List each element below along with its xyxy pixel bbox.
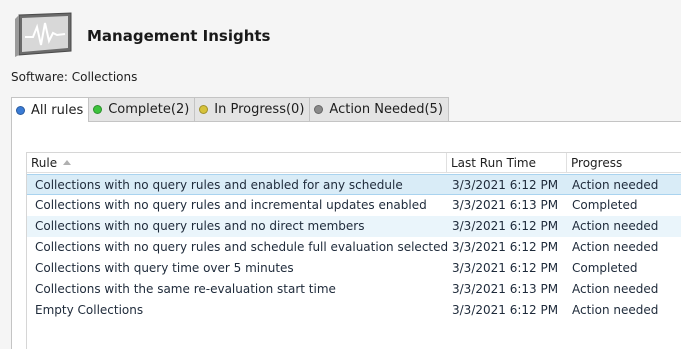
table-row[interactable]: Collections with the same re-evaluation … <box>27 279 681 300</box>
table-row[interactable]: Empty Collections 3/3/2021 6:12 PM Actio… <box>27 300 681 321</box>
tab-label: Action Needed(5) <box>329 102 443 117</box>
progress-cell: Action needed <box>572 303 659 317</box>
column-header-last-run[interactable]: Last Run Time <box>447 153 567 173</box>
tab-action-needed[interactable]: Action Needed(5) <box>309 97 449 121</box>
rule-cell: Collections with no query rules and sche… <box>35 240 449 254</box>
progress-cell: Action needed <box>572 282 659 296</box>
last-run-cell: 3/3/2021 6:12 PM <box>452 219 559 233</box>
green-dot-icon <box>93 105 103 114</box>
table-row[interactable]: Collections with query time over 5 minut… <box>27 258 681 279</box>
last-run-cell: 3/3/2021 6:12 PM <box>452 303 559 317</box>
rule-cell: Collections with query time over 5 minut… <box>35 261 294 275</box>
tab-complete[interactable]: Complete(2) <box>88 97 196 121</box>
rules-table: Rule Last Run Time Progress Collections … <box>26 152 681 349</box>
header-bar: Management Insights <box>0 0 681 68</box>
rule-cell: Empty Collections <box>35 303 144 317</box>
rule-cell: Collections with no query rules and no d… <box>35 219 365 233</box>
rule-cell: Collections with no query rules and incr… <box>35 198 427 212</box>
monitor-icon <box>15 12 72 57</box>
gray-dot-icon <box>314 105 324 114</box>
tab-all-rules[interactable]: All rules <box>11 97 90 122</box>
column-header-rule[interactable]: Rule <box>27 153 447 173</box>
tab-label: In Progress(0) <box>214 102 305 117</box>
tab-label: Complete(2) <box>108 102 190 117</box>
progress-cell: Action needed <box>572 178 659 192</box>
yellow-dot-icon <box>199 105 209 114</box>
tab-in-progress[interactable]: In Progress(0) <box>194 97 311 121</box>
table-row[interactable]: Collections with no query rules and incr… <box>27 195 681 216</box>
progress-cell: Completed <box>572 198 638 212</box>
column-header-label: Rule <box>31 156 58 170</box>
progress-cell: Action needed <box>572 240 659 254</box>
blue-dot-icon <box>16 105 25 115</box>
table-header: Rule Last Run Time Progress <box>27 153 681 173</box>
last-run-cell: 3/3/2021 6:12 PM <box>452 261 559 275</box>
last-run-cell: 3/3/2021 6:13 PM <box>452 282 559 296</box>
table-row[interactable]: Collections with no query rules and no d… <box>27 216 681 237</box>
last-run-cell: 3/3/2021 6:12 PM <box>452 178 559 192</box>
progress-cell: Action needed <box>572 219 659 233</box>
breadcrumb: Software: Collections <box>11 70 138 84</box>
tab-label: All rules <box>31 102 84 118</box>
rule-cell: Collections with no query rules and enab… <box>35 178 403 192</box>
sort-ascending-icon <box>63 160 72 165</box>
table-row[interactable]: Collections with no query rules and enab… <box>27 174 681 195</box>
progress-cell: Completed <box>572 261 638 275</box>
filter-tabs: All rules Complete(2) In Progress(0) Act… <box>11 97 449 122</box>
last-run-cell: 3/3/2021 6:12 PM <box>452 240 559 254</box>
last-run-cell: 3/3/2021 6:13 PM <box>452 198 559 212</box>
table-row[interactable]: Collections with no query rules and sche… <box>27 237 681 258</box>
column-header-progress[interactable]: Progress <box>567 153 681 173</box>
page-title: Management Insights <box>87 27 271 45</box>
rule-cell: Collections with the same re-evaluation … <box>35 282 336 296</box>
